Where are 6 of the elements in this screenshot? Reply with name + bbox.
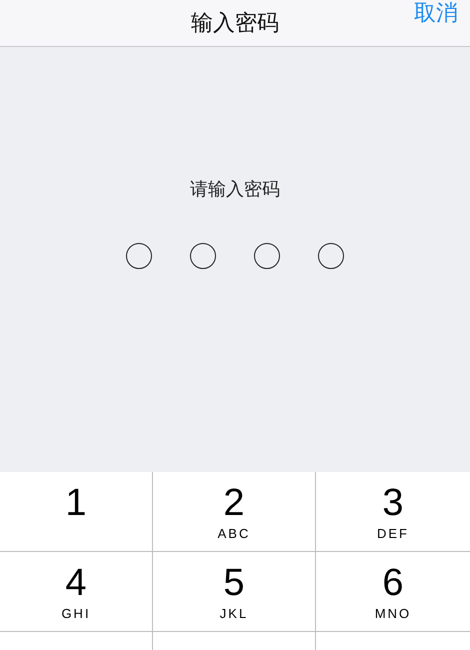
keypad-key[interactable]: 5 JKL [153, 552, 316, 632]
keypad-key[interactable]: 4 GHI [0, 552, 153, 632]
prompt-text: 请输入密码 [190, 178, 280, 201]
keypad-key[interactable]: 1 [0, 472, 153, 552]
nav-title: 输入密码 [191, 10, 279, 38]
keypad-key[interactable]: 2 ABC [153, 472, 316, 552]
